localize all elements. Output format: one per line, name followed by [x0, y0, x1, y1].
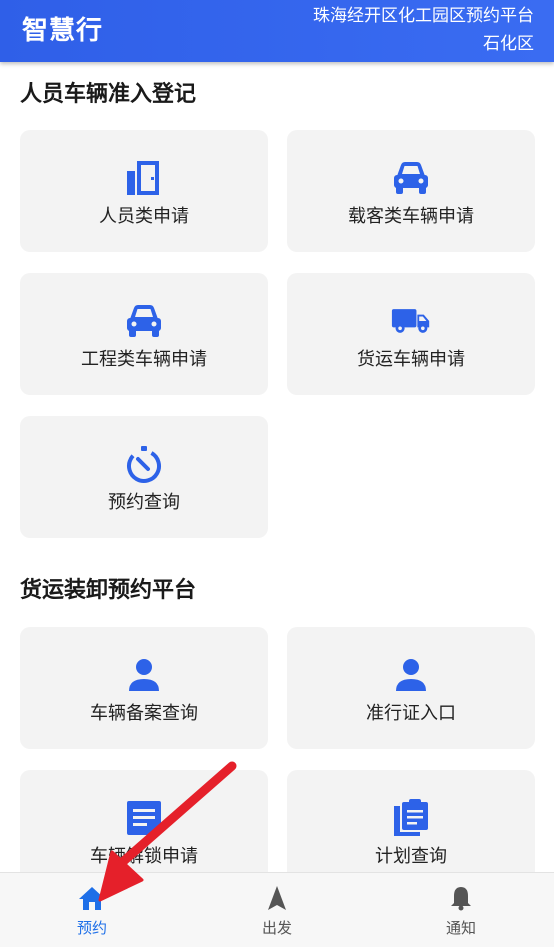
card-label: 车辆解锁申请 — [90, 846, 198, 867]
tab-notifications[interactable]: 通知 — [401, 883, 521, 938]
header-title-line1: 珠海经开区化工园区预约平台 — [313, 6, 534, 26]
card-pass-entry[interactable]: 准行证入口 — [287, 627, 535, 749]
car-icon — [124, 301, 164, 341]
tab-reservation[interactable]: 预约 — [32, 883, 152, 938]
header-title: 珠海经开区化工园区预约平台 石化区 — [234, 2, 534, 58]
bottom-tab-bar: 预约 出发 通知 — [0, 872, 554, 947]
card-passenger-vehicle-application[interactable]: 载客类车辆申请 — [287, 130, 535, 252]
app-logo: 智慧行 — [22, 16, 104, 46]
section-title-freight-loading: 货运装卸预约平台 — [20, 578, 197, 603]
car-icon — [391, 158, 431, 198]
document-icon — [124, 798, 164, 838]
door-icon — [124, 158, 164, 198]
card-label: 准行证入口 — [366, 703, 456, 724]
main-content: 人员车辆准入登记 人员类申请 载客类车辆申请 工程类车辆申请 货运车辆申请 预约… — [0, 62, 554, 872]
card-label: 预约查询 — [108, 492, 180, 513]
card-engineering-vehicle-application[interactable]: 工程类车辆申请 — [20, 273, 268, 395]
header-title-line2: 石化区 — [483, 34, 534, 54]
card-reservation-query[interactable]: 预约查询 — [20, 416, 268, 538]
app-header: 智慧行 珠海经开区化工园区预约平台 石化区 — [0, 0, 554, 62]
card-personnel-application[interactable]: 人员类申请 — [20, 130, 268, 252]
card-label: 货运车辆申请 — [357, 349, 465, 370]
navigation-icon — [217, 883, 337, 913]
card-vehicle-unlock-application[interactable]: 车辆解锁申请 — [20, 770, 268, 872]
tab-label: 预约 — [76, 919, 107, 937]
card-label: 工程类车辆申请 — [81, 349, 207, 370]
card-label: 车辆备案查询 — [90, 703, 198, 724]
tab-departure[interactable]: 出发 — [217, 883, 337, 938]
section-title-access-registration: 人员车辆准入登记 — [20, 82, 197, 107]
person-icon — [391, 655, 431, 695]
timer-icon — [124, 444, 164, 484]
person-icon — [124, 655, 164, 695]
home-icon — [32, 883, 152, 913]
bell-icon — [401, 883, 521, 913]
card-label: 载客类车辆申请 — [348, 206, 474, 227]
card-vehicle-registration-query[interactable]: 车辆备案查询 — [20, 627, 268, 749]
card-label: 人员类申请 — [99, 206, 189, 227]
tab-label: 通知 — [445, 919, 476, 937]
card-plan-query[interactable]: 计划查询 — [287, 770, 535, 872]
card-freight-vehicle-application[interactable]: 货运车辆申请 — [287, 273, 535, 395]
truck-icon — [391, 301, 431, 341]
tab-label: 出发 — [261, 919, 292, 937]
card-label: 计划查询 — [375, 846, 447, 867]
clipboard-icon — [391, 798, 431, 838]
